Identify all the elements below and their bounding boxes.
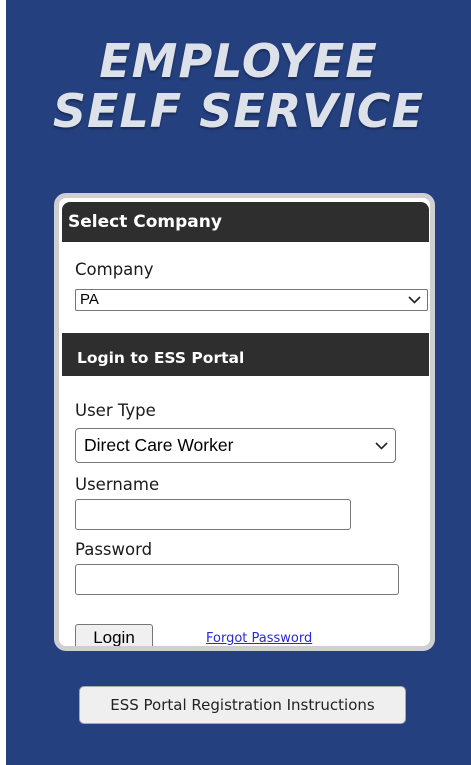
- company-label: Company: [75, 260, 154, 279]
- chevron-down-icon: [375, 441, 388, 450]
- company-select[interactable]: PA: [75, 289, 428, 311]
- page-title-line1: EMPLOYEE: [99, 34, 378, 88]
- login-card: Select Company Company PA Login to ESS P…: [54, 193, 435, 651]
- user-type-label: User Type: [75, 401, 156, 420]
- page-title-line2: SELF SERVICE: [52, 84, 425, 138]
- company-select-value: PA: [80, 291, 99, 308]
- password-input[interactable]: [75, 564, 399, 595]
- user-type-select[interactable]: Direct Care Worker: [75, 428, 396, 463]
- user-type-select-value: Direct Care Worker: [84, 435, 234, 455]
- forgot-password-link[interactable]: Forgot Password: [206, 631, 312, 646]
- select-company-header: Select Company: [62, 202, 429, 242]
- username-label: Username: [75, 475, 160, 494]
- login-section-header: Login to ESS Portal: [62, 333, 429, 376]
- page-title: EMPLOYEE SELF SERVICE: [6, 36, 471, 136]
- login-button[interactable]: Login: [75, 624, 153, 646]
- chevron-down-icon: [408, 296, 421, 304]
- password-label: Password: [75, 540, 153, 559]
- registration-instructions-button[interactable]: ESS Portal Registration Instructions: [79, 686, 406, 724]
- page-background: EMPLOYEE SELF SERVICE Select Company Com…: [6, 0, 471, 765]
- username-input[interactable]: [75, 499, 351, 530]
